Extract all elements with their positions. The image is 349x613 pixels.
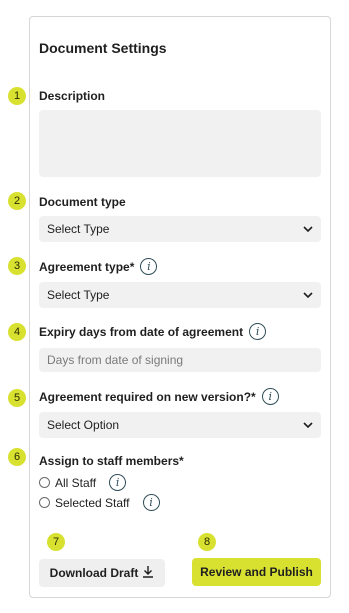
expiry-days-label: Expiry days from date of agreement i [39,323,267,340]
radio-selected-staff[interactable]: Selected Staff i [39,494,160,511]
expiry-days-placeholder: Days from date of signing [47,353,184,367]
radio-all-staff[interactable]: All Staff i [39,474,127,491]
document-type-selected: Select Type [47,222,110,236]
chevron-down-icon [303,291,313,299]
document-type-select[interactable]: Select Type [39,216,321,242]
download-icon [142,565,154,581]
review-publish-label: Review and Publish [200,565,313,579]
agreement-type-select[interactable]: Select Type [39,282,321,308]
download-draft-label: Download Draft [49,566,139,580]
agreement-type-label: Agreement type* i [39,258,158,275]
info-icon[interactable]: i [142,494,160,511]
radio-all-staff-label: All Staff [55,475,97,490]
agreement-type-selected: Select Type [47,288,110,302]
step-badge-5: 5 [8,389,26,407]
description-label: Description [39,89,105,103]
info-icon[interactable]: i [261,388,279,405]
chevron-down-icon [303,421,313,429]
description-label-text: Description [39,89,106,103]
info-icon[interactable]: i [249,323,267,340]
step-badge-2: 2 [8,192,26,210]
step-badge-4: 4 [8,323,26,341]
expiry-days-input[interactable]: Days from date of signing [39,348,321,372]
description-textarea[interactable] [39,110,321,177]
step-badge-6: 6 [8,448,26,466]
download-draft-button[interactable]: Download Draft [39,559,165,587]
info-icon[interactable]: i [140,258,158,275]
review-publish-button[interactable]: Review and Publish [192,558,321,586]
agreement-required-label: Agreement required on new version?* i [39,388,279,405]
agreement-required-select[interactable]: Select Option [39,412,321,438]
agreement-required-selected: Select Option [47,418,120,432]
document-type-label: Document type [39,195,126,209]
step-badge-7: 7 [47,533,65,551]
expiry-days-label-text: Expiry days from date of agreement [39,324,244,339]
chevron-down-icon [303,225,313,233]
panel-title: Document Settings [39,40,167,56]
assign-staff-label: Assign to staff members* [39,454,184,468]
assign-staff-label-text: Assign to staff members* [39,454,184,468]
radio-button[interactable] [39,497,50,508]
document-type-label-text: Document type [39,195,126,209]
step-badge-8: 8 [198,533,216,551]
agreement-type-label-text: Agreement type* [39,259,135,274]
radio-selected-staff-label: Selected Staff [55,495,130,510]
info-icon[interactable]: i [109,474,127,491]
step-badge-3: 3 [8,257,26,275]
radio-button[interactable] [39,477,50,488]
step-badge-1: 1 [8,87,26,105]
agreement-required-label-text: Agreement required on new version?* [39,389,256,404]
